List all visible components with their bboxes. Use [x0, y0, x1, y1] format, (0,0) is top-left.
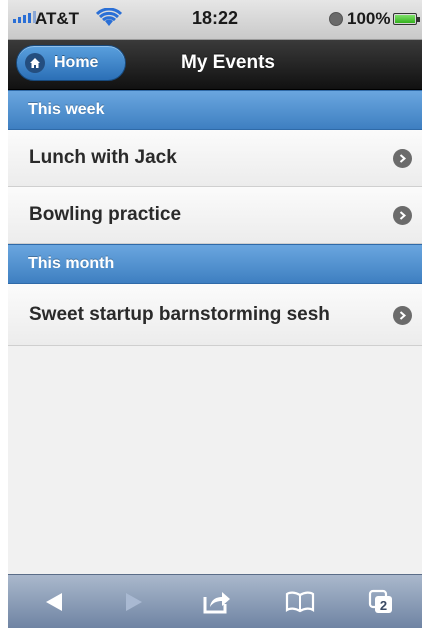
- list-item[interactable]: Lunch with Jack: [8, 130, 422, 187]
- back-arrow-icon: [46, 593, 62, 611]
- bookmarks-button[interactable]: [270, 575, 330, 628]
- chevron-right-icon: [393, 149, 412, 168]
- list-item-label: Lunch with Jack: [29, 147, 177, 168]
- alarm-icon: [329, 12, 343, 26]
- chevron-right-icon: [393, 306, 412, 325]
- home-button[interactable]: Home: [16, 45, 126, 81]
- share-button[interactable]: [186, 575, 246, 628]
- tabs-count: 2: [380, 598, 387, 613]
- chevron-right-icon: [393, 206, 412, 225]
- empty-content-area: [8, 346, 422, 574]
- header-bar: Home My Events: [8, 40, 422, 90]
- battery-fill: [395, 15, 415, 23]
- list-divider-this-month: This month: [8, 244, 422, 284]
- list-item-label: Bowling practice: [29, 204, 182, 225]
- list-item[interactable]: Sweet startup barnstorming sesh: [8, 284, 422, 346]
- browser-toolbar: 2: [8, 574, 422, 628]
- battery-icon: [393, 13, 420, 25]
- divider-label: This month: [28, 255, 115, 272]
- list-item-label: Sweet startup barnstorming sesh: [29, 304, 330, 325]
- home-button-label: Home: [54, 54, 99, 71]
- back-button[interactable]: [24, 575, 84, 628]
- battery-percent: 100%: [347, 9, 391, 28]
- list-divider-this-week: This week: [8, 90, 422, 130]
- list-item[interactable]: Bowling practice: [8, 187, 422, 244]
- tabs-button[interactable]: 2: [351, 575, 411, 628]
- forward-button[interactable]: [104, 575, 164, 628]
- phone-frame: AT&T 18:22 100% Home My Events This week…: [0, 0, 422, 628]
- divider-label: This week: [28, 101, 105, 118]
- page-title: My Events: [181, 52, 275, 73]
- browser-screen: AT&T 18:22 100% Home My Events This week…: [8, 0, 422, 628]
- bookmarks-icon: [285, 591, 315, 613]
- tabs-icon: 2: [368, 589, 392, 613]
- share-icon: [203, 592, 230, 614]
- home-icon: [25, 53, 45, 73]
- status-bar: AT&T 18:22 100%: [8, 0, 422, 40]
- forward-arrow-icon: [126, 593, 142, 611]
